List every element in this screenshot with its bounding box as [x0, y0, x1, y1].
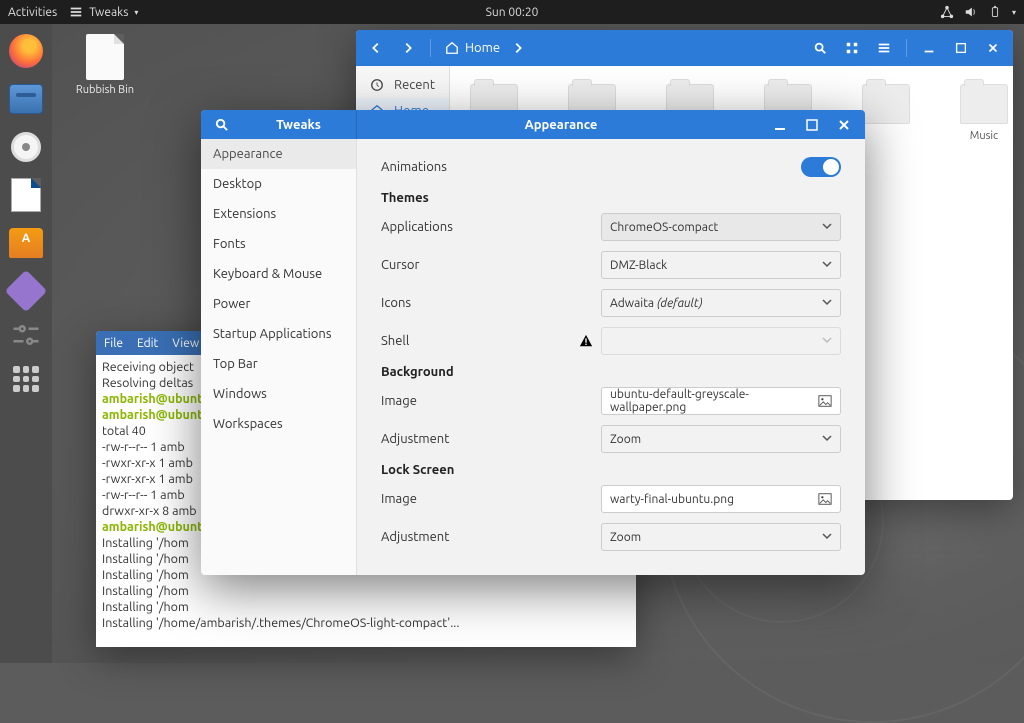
- applications-combo[interactable]: ChromeOS-compact: [601, 213, 841, 241]
- sidebar-item-keyboard-mouse[interactable]: Keyboard & Mouse: [201, 259, 356, 289]
- menu-edit[interactable]: Edit: [137, 337, 158, 350]
- search-button[interactable]: [806, 35, 834, 61]
- sidebar-item-appearance[interactable]: Appearance: [201, 139, 356, 169]
- file-icon: [86, 34, 124, 80]
- menu-file[interactable]: File: [104, 337, 123, 350]
- lock-adjust-label: Adjustment: [381, 530, 601, 544]
- shell-label: Shell: [381, 334, 579, 348]
- pathbar-home[interactable]: Home: [445, 41, 500, 55]
- desktop-trash[interactable]: Rubbish Bin: [70, 34, 140, 96]
- dock-settings[interactable]: [9, 318, 43, 352]
- minimize-button[interactable]: [765, 112, 795, 138]
- path-forward-button[interactable]: [504, 35, 532, 61]
- pathbar-label: Home: [465, 41, 500, 55]
- icons-label: Icons: [381, 296, 601, 310]
- close-button[interactable]: [979, 35, 1007, 61]
- window-title-right: Appearance: [357, 110, 765, 139]
- cursor-label: Cursor: [381, 258, 601, 272]
- animations-label: Animations: [381, 160, 601, 174]
- dock-software[interactable]: [5, 222, 47, 264]
- applications-label: Applications: [381, 220, 601, 234]
- lock-image-filechooser[interactable]: warty-final-ubuntu.png: [601, 485, 841, 513]
- sidebar-item-label: Recent: [394, 78, 435, 92]
- sidebar-item-workspaces[interactable]: Workspaces: [201, 409, 356, 439]
- image-file-icon: [818, 394, 832, 408]
- chevron-down-icon: ▾: [134, 8, 138, 17]
- maximize-button[interactable]: [797, 112, 827, 138]
- chevron-down-icon: ▾: [1012, 8, 1016, 17]
- volume-icon[interactable]: [964, 5, 978, 19]
- clock-icon: [370, 78, 384, 92]
- sidebar-item-fonts[interactable]: Fonts: [201, 229, 356, 259]
- lock-image-label: Image: [381, 492, 601, 506]
- search-button[interactable]: [201, 117, 241, 132]
- chevron-down-icon: [822, 221, 832, 234]
- bg-image-label: Image: [381, 394, 601, 408]
- hamburger-menu-button[interactable]: [870, 35, 898, 61]
- dock-firefox[interactable]: [5, 30, 47, 72]
- close-button[interactable]: [829, 112, 859, 138]
- tweaks-window: Tweaks Appearance Appearance Desktop Ext…: [201, 110, 865, 575]
- dock-libreoffice[interactable]: [5, 174, 47, 216]
- sidebar-item-startup-applications[interactable]: Startup Applications: [201, 319, 356, 349]
- file-label: Music: [950, 130, 1013, 142]
- minimize-button[interactable]: [915, 35, 943, 61]
- themes-heading: Themes: [381, 191, 841, 205]
- sidebar-item-windows[interactable]: Windows: [201, 379, 356, 409]
- sidebar-recent[interactable]: Recent: [356, 72, 449, 98]
- dock: [0, 24, 52, 663]
- chevron-down-icon: [822, 531, 832, 544]
- chevron-down-icon: [822, 297, 832, 310]
- view-grid-button[interactable]: [838, 35, 866, 61]
- chevron-down-icon: [822, 433, 832, 446]
- warning-icon: [579, 334, 593, 348]
- dock-devhelp[interactable]: [5, 270, 47, 312]
- tweaks-icon: [69, 5, 83, 19]
- cursor-combo[interactable]: DMZ-Black: [601, 251, 841, 279]
- top-panel: Activities Tweaks ▾ Sun 00:20 ▾: [0, 0, 1024, 24]
- sidebar-item-top-bar[interactable]: Top Bar: [201, 349, 356, 379]
- power-icon[interactable]: [988, 5, 1002, 19]
- icons-combo[interactable]: Adwaita (default): [601, 289, 841, 317]
- shell-label-row: Shell: [381, 334, 601, 348]
- forward-button[interactable]: [394, 35, 422, 61]
- folder-item[interactable]: Music: [950, 84, 1013, 142]
- sidebar-item-desktop[interactable]: Desktop: [201, 169, 356, 199]
- image-file-icon: [818, 492, 832, 506]
- network-icon[interactable]: [940, 5, 954, 19]
- window-title-left: Tweaks: [241, 118, 356, 132]
- files-headerbar: Home: [356, 30, 1013, 66]
- folder-icon: [862, 84, 910, 124]
- background-heading: Background: [381, 365, 841, 379]
- folder-icon: [960, 84, 1008, 124]
- sidebar-item-power[interactable]: Power: [201, 289, 356, 319]
- dock-show-apps[interactable]: [5, 358, 47, 400]
- tweaks-content: Animations Themes Applications ChromeOS-…: [357, 139, 865, 575]
- bg-image-filechooser[interactable]: ubuntu-default-greyscale-wallpaper.png: [601, 387, 841, 415]
- chevron-down-icon: [822, 259, 832, 272]
- app-menu[interactable]: Tweaks ▾: [69, 5, 138, 19]
- shell-combo: [601, 327, 841, 355]
- home-icon: [445, 41, 459, 55]
- bg-adjust-combo[interactable]: Zoom: [601, 425, 841, 453]
- chevron-down-icon: [822, 335, 832, 348]
- sidebar-item-extensions[interactable]: Extensions: [201, 199, 356, 229]
- menu-view[interactable]: View: [172, 337, 199, 350]
- tweaks-sidebar: Appearance Desktop Extensions Fonts Keyb…: [201, 139, 357, 575]
- lock-adjust-combo[interactable]: Zoom: [601, 523, 841, 551]
- back-button[interactable]: [362, 35, 390, 61]
- app-menu-label: Tweaks: [89, 6, 128, 19]
- desktop-icon-label: Rubbish Bin: [70, 84, 140, 96]
- tweaks-headerbar: Tweaks Appearance: [201, 110, 865, 139]
- dock-files[interactable]: [5, 78, 47, 120]
- dock-rhythmbox[interactable]: [5, 126, 47, 168]
- activities-button[interactable]: Activities: [8, 6, 57, 19]
- lockscreen-heading: Lock Screen: [381, 463, 841, 477]
- maximize-button[interactable]: [947, 35, 975, 61]
- animations-switch[interactable]: [801, 157, 841, 177]
- bg-adjust-label: Adjustment: [381, 432, 601, 446]
- clock[interactable]: Sun 00:20: [486, 6, 539, 19]
